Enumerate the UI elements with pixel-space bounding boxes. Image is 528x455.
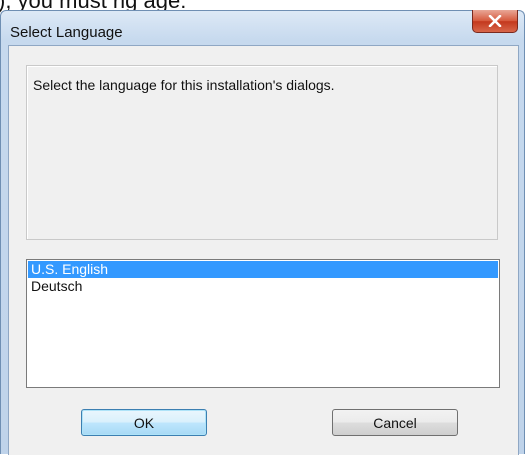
- message-panel: Select the language for this installatio…: [26, 65, 498, 240]
- close-button[interactable]: [472, 10, 518, 33]
- language-item-deutsch[interactable]: Deutsch: [28, 278, 498, 295]
- dialog-client-area: Select the language for this installatio…: [8, 45, 519, 455]
- dialog-title: Select Language: [10, 24, 123, 41]
- message-text: Select the language for this installatio…: [33, 77, 335, 93]
- cancel-button[interactable]: Cancel: [332, 409, 458, 436]
- language-listbox[interactable]: U.S. English Deutsch: [26, 259, 500, 388]
- language-item-us-english[interactable]: U.S. English: [28, 261, 498, 278]
- select-language-dialog: Select Language Select the language for …: [0, 10, 525, 455]
- close-icon: [488, 15, 502, 27]
- ok-button[interactable]: OK: [81, 409, 207, 436]
